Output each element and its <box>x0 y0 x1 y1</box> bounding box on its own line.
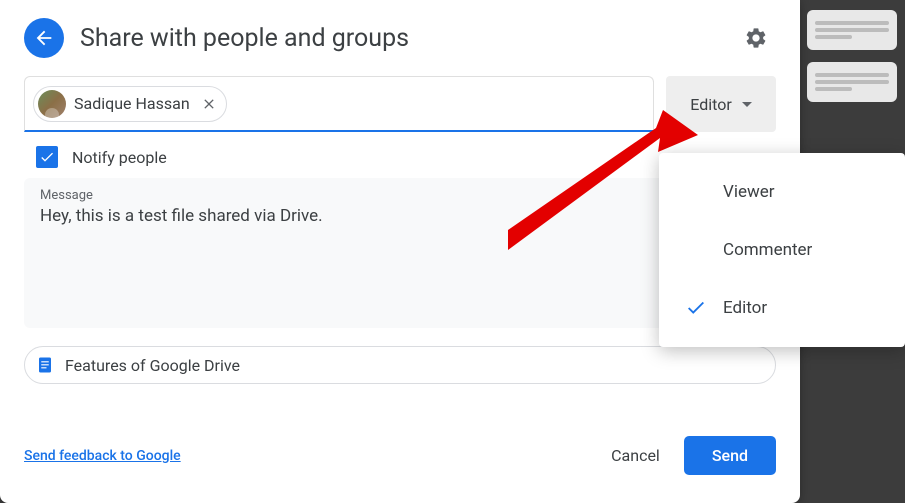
role-option-editor[interactable]: Editor <box>659 279 905 337</box>
message-label: Message <box>40 188 760 203</box>
feedback-link[interactable]: Send feedback to Google <box>24 448 181 464</box>
role-option-label: Viewer <box>723 182 775 202</box>
notify-checkbox[interactable] <box>36 146 58 168</box>
attachment-name: Features of Google Drive <box>65 356 240 375</box>
recipient-row: Sadique Hassan Editor <box>24 76 776 132</box>
dialog-footer: Send feedback to Google Cancel Send <box>0 428 800 503</box>
recipient-name: Sadique Hassan <box>74 94 190 113</box>
notify-label: Notify people <box>72 148 167 167</box>
check-icon <box>685 297 707 319</box>
chevron-down-icon <box>742 102 752 107</box>
check-icon <box>39 149 55 165</box>
dialog-header: Share with people and groups <box>0 0 800 76</box>
role-option-label: Editor <box>723 298 767 318</box>
gear-icon <box>744 26 768 50</box>
role-selected-label: Editor <box>690 95 731 114</box>
close-icon <box>201 96 217 112</box>
attachment-chip[interactable]: Features of Google Drive <box>24 346 776 384</box>
background-document-preview <box>807 10 897 114</box>
role-option-viewer[interactable]: Viewer <box>659 163 905 221</box>
recipient-chip[interactable]: Sadique Hassan <box>33 86 227 122</box>
back-button[interactable] <box>24 18 64 58</box>
send-button[interactable]: Send <box>684 436 776 475</box>
settings-button[interactable] <box>736 18 776 58</box>
dialog-title: Share with people and groups <box>80 24 720 53</box>
message-text: Hey, this is a test file shared via Driv… <box>40 206 760 226</box>
recipient-input[interactable]: Sadique Hassan <box>24 76 654 132</box>
google-doc-icon <box>35 355 55 375</box>
cancel-button[interactable]: Cancel <box>595 438 676 473</box>
avatar <box>38 90 66 118</box>
role-dropdown-menu: Viewer Commenter Editor <box>659 153 905 347</box>
role-dropdown-button[interactable]: Editor <box>666 76 776 132</box>
remove-recipient-button[interactable] <box>198 93 220 115</box>
role-option-commenter[interactable]: Commenter <box>659 221 905 279</box>
arrow-left-icon <box>33 27 55 49</box>
role-option-label: Commenter <box>723 240 812 260</box>
